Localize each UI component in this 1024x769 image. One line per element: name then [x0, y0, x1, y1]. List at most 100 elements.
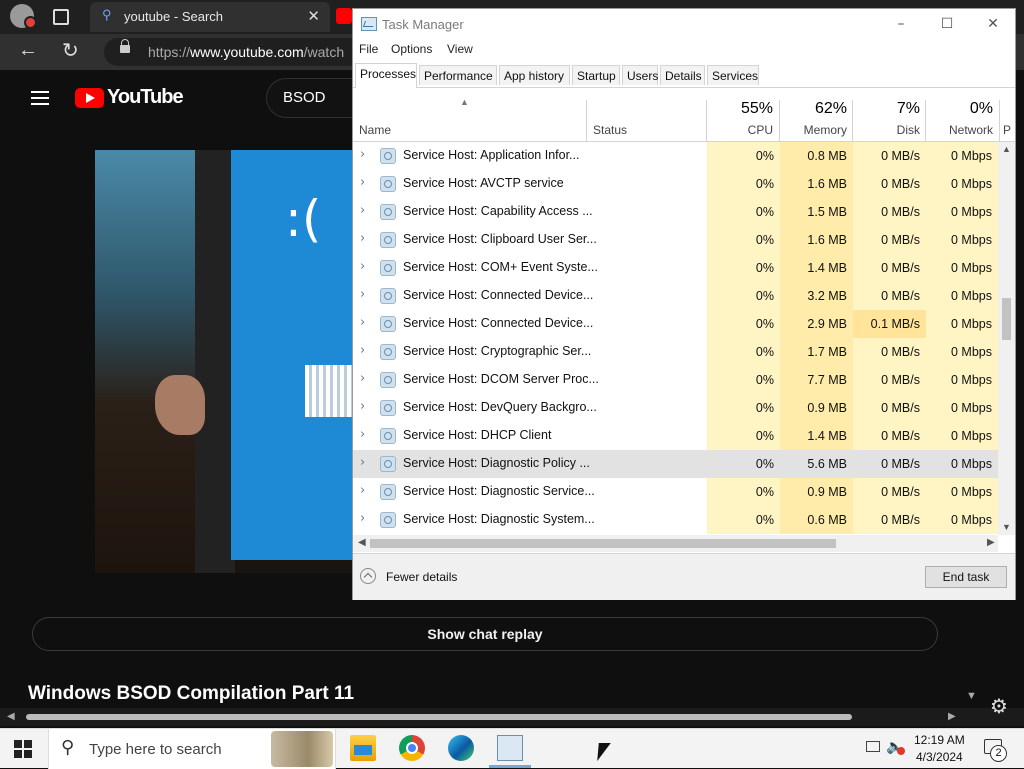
video-player[interactable]: :( — [95, 150, 353, 573]
chrome-icon[interactable] — [399, 735, 425, 761]
vertical-scroll-thumb[interactable] — [1002, 298, 1011, 340]
column-cpu[interactable]: CPU — [707, 123, 773, 137]
process-row[interactable]: › Service Host: Application Infor... 0% 0.8… — [353, 142, 998, 170]
edge-icon[interactable] — [448, 735, 474, 761]
tab-startup[interactable]: Startup — [572, 65, 620, 85]
scroll-down-icon[interactable]: ▼ — [1002, 522, 1011, 532]
sort-ascending-icon[interactable]: ▲ — [460, 97, 469, 107]
process-row[interactable]: › Service Host: DevQuery Backgro... 0% 0.9 … — [353, 394, 998, 422]
clock-date[interactable]: 4/3/2024 — [916, 750, 963, 764]
horizontal-scrollbar[interactable]: ◀ ▶ — [353, 535, 998, 552]
column-network[interactable]: Network — [926, 123, 993, 137]
process-row[interactable]: › Service Host: Diagnostic System... 0% 0.6… — [353, 506, 998, 534]
horizontal-scroll-thumb[interactable] — [370, 539, 836, 548]
search-highlight-image[interactable] — [271, 731, 333, 767]
task-manager-titlebar[interactable]: Task Manager – ☐ ✕ — [353, 9, 1015, 39]
browser-tab[interactable]: ⚲ youtube - Search ✕ — [90, 2, 330, 32]
tab-services[interactable]: Services — [707, 65, 759, 85]
scroll-right-icon[interactable]: ▶ — [948, 711, 956, 722]
menu-file[interactable]: File — [359, 42, 378, 56]
tab-app-history[interactable]: App history — [499, 65, 570, 85]
task-manager-icon[interactable] — [497, 735, 523, 761]
tab-actions-icon[interactable] — [53, 9, 69, 25]
expand-chevron-icon[interactable]: › — [360, 399, 365, 414]
column-power-partial[interactable]: P — [1003, 123, 1013, 137]
fewer-details-link[interactable]: Fewer details — [386, 570, 457, 584]
taskbar-search-box[interactable]: ⚲ Type here to search — [48, 729, 336, 769]
maximize-icon[interactable]: ☐ — [925, 11, 969, 37]
youtube-logo-text[interactable]: YouTube — [107, 86, 184, 109]
windows-start-icon[interactable] — [14, 740, 32, 758]
column-disk-percent[interactable]: 7% — [853, 100, 920, 118]
video-title: Windows BSOD Compilation Part 11 — [28, 683, 355, 704]
browser-horizontal-scrollbar[interactable]: ◀ ▶ — [0, 708, 1024, 726]
process-row[interactable]: › Service Host: Capability Access ... 0% 1.… — [353, 198, 998, 226]
column-disk[interactable]: Disk — [853, 123, 920, 137]
tab-performance[interactable]: Performance — [419, 65, 497, 85]
address-bar[interactable]: https://www.youtube.com/watch — [104, 38, 384, 66]
back-arrow-icon[interactable]: ← — [18, 39, 38, 62]
process-row[interactable]: › Service Host: Cryptographic Ser... 0% 1.7… — [353, 338, 998, 366]
profile-avatar-icon[interactable] — [10, 4, 37, 29]
expand-chevron-icon[interactable]: › — [360, 315, 365, 330]
scroll-right-icon[interactable]: ▶ — [987, 537, 995, 548]
process-row[interactable]: › Service Host: Diagnostic Policy ... 0% 5.… — [353, 450, 998, 478]
expand-chevron-icon[interactable]: › — [360, 147, 365, 162]
clock-time[interactable]: 12:19 AM — [914, 733, 965, 747]
end-task-button[interactable]: End task — [925, 566, 1007, 588]
menu-view[interactable]: View — [447, 42, 473, 56]
close-tab-icon[interactable]: ✕ — [307, 7, 320, 25]
youtube-tab-icon[interactable] — [336, 8, 352, 24]
chevron-up-circle-icon[interactable] — [360, 568, 376, 584]
process-row[interactable]: › Service Host: Connected Device... 0% 3.2 … — [353, 282, 998, 310]
expand-chevron-icon[interactable]: › — [360, 427, 365, 442]
expand-chevron-icon[interactable]: › — [360, 287, 365, 302]
column-memory-percent[interactable]: 62% — [780, 100, 847, 118]
tray-display-icon[interactable] — [866, 741, 880, 752]
youtube-logo-icon[interactable] — [75, 88, 104, 108]
column-name[interactable]: Name — [359, 123, 391, 137]
process-row[interactable]: › Service Host: Diagnostic Service... 0% 0.… — [353, 478, 998, 506]
process-cpu: 0% — [707, 450, 780, 478]
scroll-left-icon[interactable]: ◀ — [7, 711, 15, 722]
expand-chevron-icon[interactable]: › — [360, 455, 365, 470]
column-cpu-percent[interactable]: 55% — [707, 100, 773, 118]
column-network-percent[interactable]: 0% — [926, 100, 993, 118]
scroll-left-icon[interactable]: ◀ — [358, 537, 366, 548]
tab-processes[interactable]: Processes — [355, 63, 417, 88]
browser-scroll-thumb[interactable] — [26, 714, 852, 720]
expand-chevron-icon[interactable]: › — [360, 231, 365, 246]
column-memory[interactable]: Memory — [780, 123, 847, 137]
process-network: 0 Mbps — [926, 282, 998, 310]
menu-options[interactable]: Options — [391, 42, 432, 56]
expand-chevron-icon[interactable]: › — [360, 259, 365, 274]
scroll-up-icon[interactable]: ▲ — [1002, 144, 1011, 154]
close-icon[interactable]: ✕ — [971, 11, 1015, 37]
menu-icon[interactable] — [31, 91, 49, 105]
process-row[interactable]: › Service Host: Connected Device... 0% 2.9 … — [353, 310, 998, 338]
url-text[interactable]: https://www.youtube.com/watch — [148, 44, 344, 60]
column-divider — [999, 100, 1000, 141]
tab-details[interactable]: Details — [660, 65, 705, 85]
expand-chevron-icon[interactable]: › — [360, 175, 365, 190]
show-chat-replay-button[interactable]: Show chat replay — [32, 617, 938, 651]
process-row[interactable]: › Service Host: DCOM Server Proc... 0% 7.7 … — [353, 366, 998, 394]
settings-gear-icon[interactable]: ⚙ — [990, 694, 1008, 718]
tab-users[interactable]: Users — [622, 65, 658, 85]
refresh-icon[interactable]: ↻ — [62, 38, 79, 63]
minimize-icon[interactable]: – — [879, 11, 923, 37]
expand-chevron-icon[interactable]: › — [360, 343, 365, 358]
process-row[interactable]: › Service Host: Clipboard User Ser... 0% 1.… — [353, 226, 998, 254]
expand-chevron-icon[interactable]: › — [360, 371, 365, 386]
process-row[interactable]: › Service Host: AVCTP service 0% 1.6 MB 0 MB… — [353, 170, 998, 198]
column-status[interactable]: Status — [593, 123, 627, 137]
expand-chevron-icon[interactable]: › — [360, 483, 365, 498]
expand-chevron-icon[interactable]: › — [360, 203, 365, 218]
expand-chevron-icon[interactable]: › — [360, 511, 365, 526]
scroll-down-icon[interactable]: ▼ — [966, 690, 977, 702]
vertical-scrollbar[interactable]: ▲ ▼ — [998, 142, 1015, 535]
lock-icon[interactable] — [120, 39, 130, 53]
process-row[interactable]: › Service Host: COM+ Event Syste... 0% 1.4 … — [353, 254, 998, 282]
process-row[interactable]: › Service Host: DHCP Client 0% 1.4 MB 0 MB/s… — [353, 422, 998, 450]
file-explorer-icon[interactable] — [350, 735, 376, 761]
